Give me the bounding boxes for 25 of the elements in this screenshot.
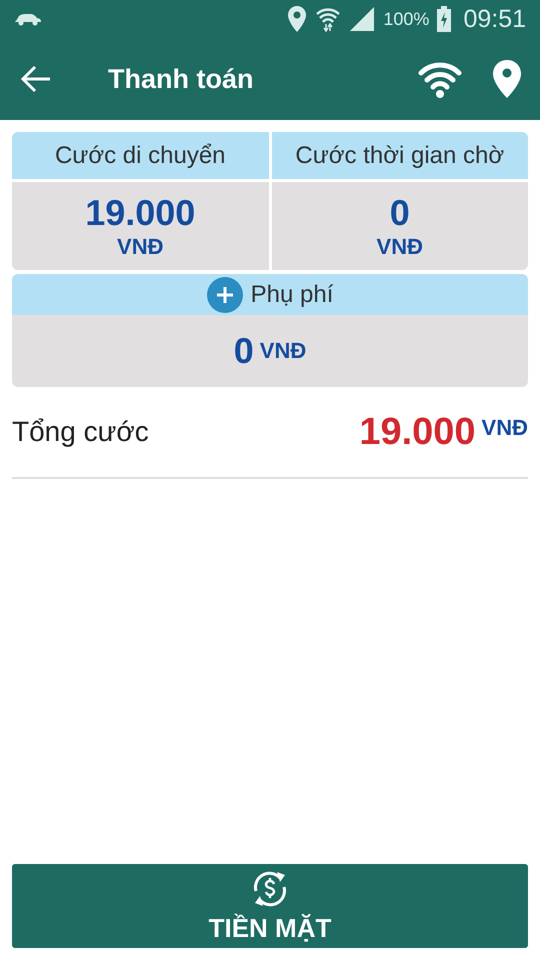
car-icon bbox=[14, 12, 42, 26]
screen-title: Thanh toán bbox=[108, 64, 254, 94]
signal-icon bbox=[349, 6, 376, 32]
plus-icon bbox=[214, 284, 235, 304]
location-icon bbox=[287, 5, 308, 33]
currency-label: VNĐ bbox=[376, 234, 423, 260]
clock-time: 09:51 bbox=[463, 4, 526, 34]
add-surcharge-button[interactable] bbox=[206, 276, 243, 312]
battery-icon bbox=[437, 6, 452, 32]
currency-label: VNĐ bbox=[117, 234, 164, 260]
fare-amount: 0 bbox=[390, 192, 410, 234]
cash-payment-button[interactable]: TIỀN MẶT bbox=[12, 864, 528, 948]
fare-header: Cước thời gian chờ bbox=[272, 132, 528, 179]
fare-amount: 19.000 bbox=[85, 192, 196, 234]
fare-header: Cước di chuyển bbox=[12, 132, 268, 179]
surcharge-label: Phụ phí bbox=[250, 280, 334, 308]
location-button[interactable] bbox=[492, 59, 522, 99]
total-amount: 19.000 bbox=[359, 410, 476, 454]
wifi-button[interactable] bbox=[418, 60, 462, 98]
battery-percent: 100% bbox=[383, 8, 430, 30]
wifi-icon bbox=[315, 6, 342, 32]
currency-label: VNĐ bbox=[482, 415, 528, 441]
currency-label: VNĐ bbox=[260, 338, 306, 364]
total-label: Tổng cước bbox=[12, 416, 149, 448]
surcharge-amount: 0 bbox=[234, 330, 254, 372]
